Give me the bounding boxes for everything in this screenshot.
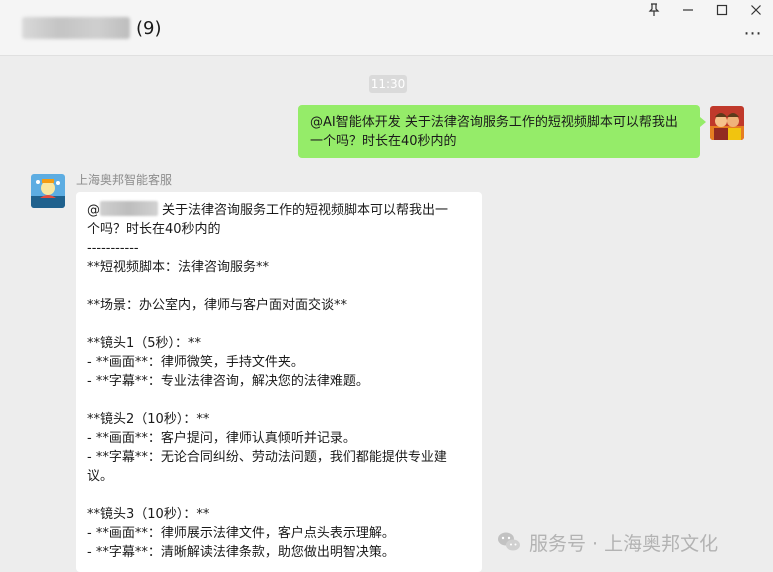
pin-icon[interactable] bbox=[637, 0, 671, 20]
message-timestamp: 11:30 bbox=[369, 75, 407, 93]
wechat-icon bbox=[498, 532, 520, 551]
close-button[interactable] bbox=[739, 0, 773, 20]
reply-line: **镜头3（10秒）：** bbox=[87, 507, 210, 522]
minimize-button[interactable] bbox=[671, 0, 705, 20]
reply-line: - **画面**：律师展示法律文件，客户点头表示理解。 bbox=[87, 526, 395, 541]
watermark: 服务号 · 上海奥邦文化 bbox=[497, 527, 718, 557]
reply-line: - **画面**：律师微笑，手持文件夹。 bbox=[87, 355, 304, 370]
sent-message-text: @AI智能体开发 关于法律咨询服务工作的短视频脚本可以帮我出一个吗？时长在40秒… bbox=[310, 115, 678, 149]
sent-message-bubble[interactable]: @AI智能体开发 关于法律咨询服务工作的短视频脚本可以帮我出一个吗？时长在40秒… bbox=[298, 105, 706, 158]
mention-at: @ bbox=[87, 203, 100, 218]
reply-line: ----------- bbox=[87, 241, 139, 256]
more-options-button[interactable]: ⋯ bbox=[743, 22, 763, 44]
blurred-mention-name bbox=[100, 201, 158, 216]
chat-title: (9) bbox=[22, 14, 162, 42]
window-controls bbox=[637, 0, 773, 20]
reply-line: 议。 bbox=[87, 469, 114, 484]
reply-line: **镜头1（5秒）：** bbox=[87, 336, 202, 351]
maximize-button[interactable] bbox=[705, 0, 739, 20]
title-bar: (9) ⋯ bbox=[0, 0, 773, 56]
reply-line: - **字幕**：清晰解读法律条款，助您做出明智决策。 bbox=[87, 545, 395, 560]
reply-line: - **字幕**：无论合同纠纷、劳动法问题，我们都能提供专业建 bbox=[87, 450, 447, 465]
reply-line: - **画面**：客户提问，律师认真倾听并记录。 bbox=[87, 431, 356, 446]
reply-line: **镜头2（10秒）：** bbox=[87, 412, 210, 427]
reply-line bbox=[87, 486, 471, 505]
member-count: (9) bbox=[136, 17, 162, 39]
reply-first-line-text: 关于法律咨询服务工作的短视频脚本可以帮我出一 bbox=[162, 203, 449, 218]
my-avatar[interactable] bbox=[710, 106, 744, 140]
reply-line: 个吗？时长在40秒内的 bbox=[87, 222, 221, 237]
reply-line: - **字幕**：专业法律咨询，解决您的法律难题。 bbox=[87, 374, 369, 389]
reply-line bbox=[87, 277, 471, 296]
reply-message-bubble[interactable]: @ 关于法律咨询服务工作的短视频脚本可以帮我出一 个吗？时长在40秒内的 ----… bbox=[76, 192, 482, 572]
reply-line: **场景：办公室内，律师与客户面对面交谈** bbox=[87, 298, 348, 313]
reply-first-line: @ 关于法律咨询服务工作的短视频脚本可以帮我出一 bbox=[87, 201, 471, 220]
watermark-text: 服务号 · 上海奥邦文化 bbox=[529, 532, 719, 555]
blurred-group-name bbox=[22, 17, 130, 39]
bot-avatar[interactable] bbox=[31, 174, 65, 208]
reply-line: **短视频脚本：法律咨询服务** bbox=[87, 260, 270, 275]
reply-line bbox=[87, 315, 471, 334]
reply-line bbox=[87, 391, 471, 410]
sender-name: 上海奥邦智能客服 bbox=[76, 173, 173, 187]
